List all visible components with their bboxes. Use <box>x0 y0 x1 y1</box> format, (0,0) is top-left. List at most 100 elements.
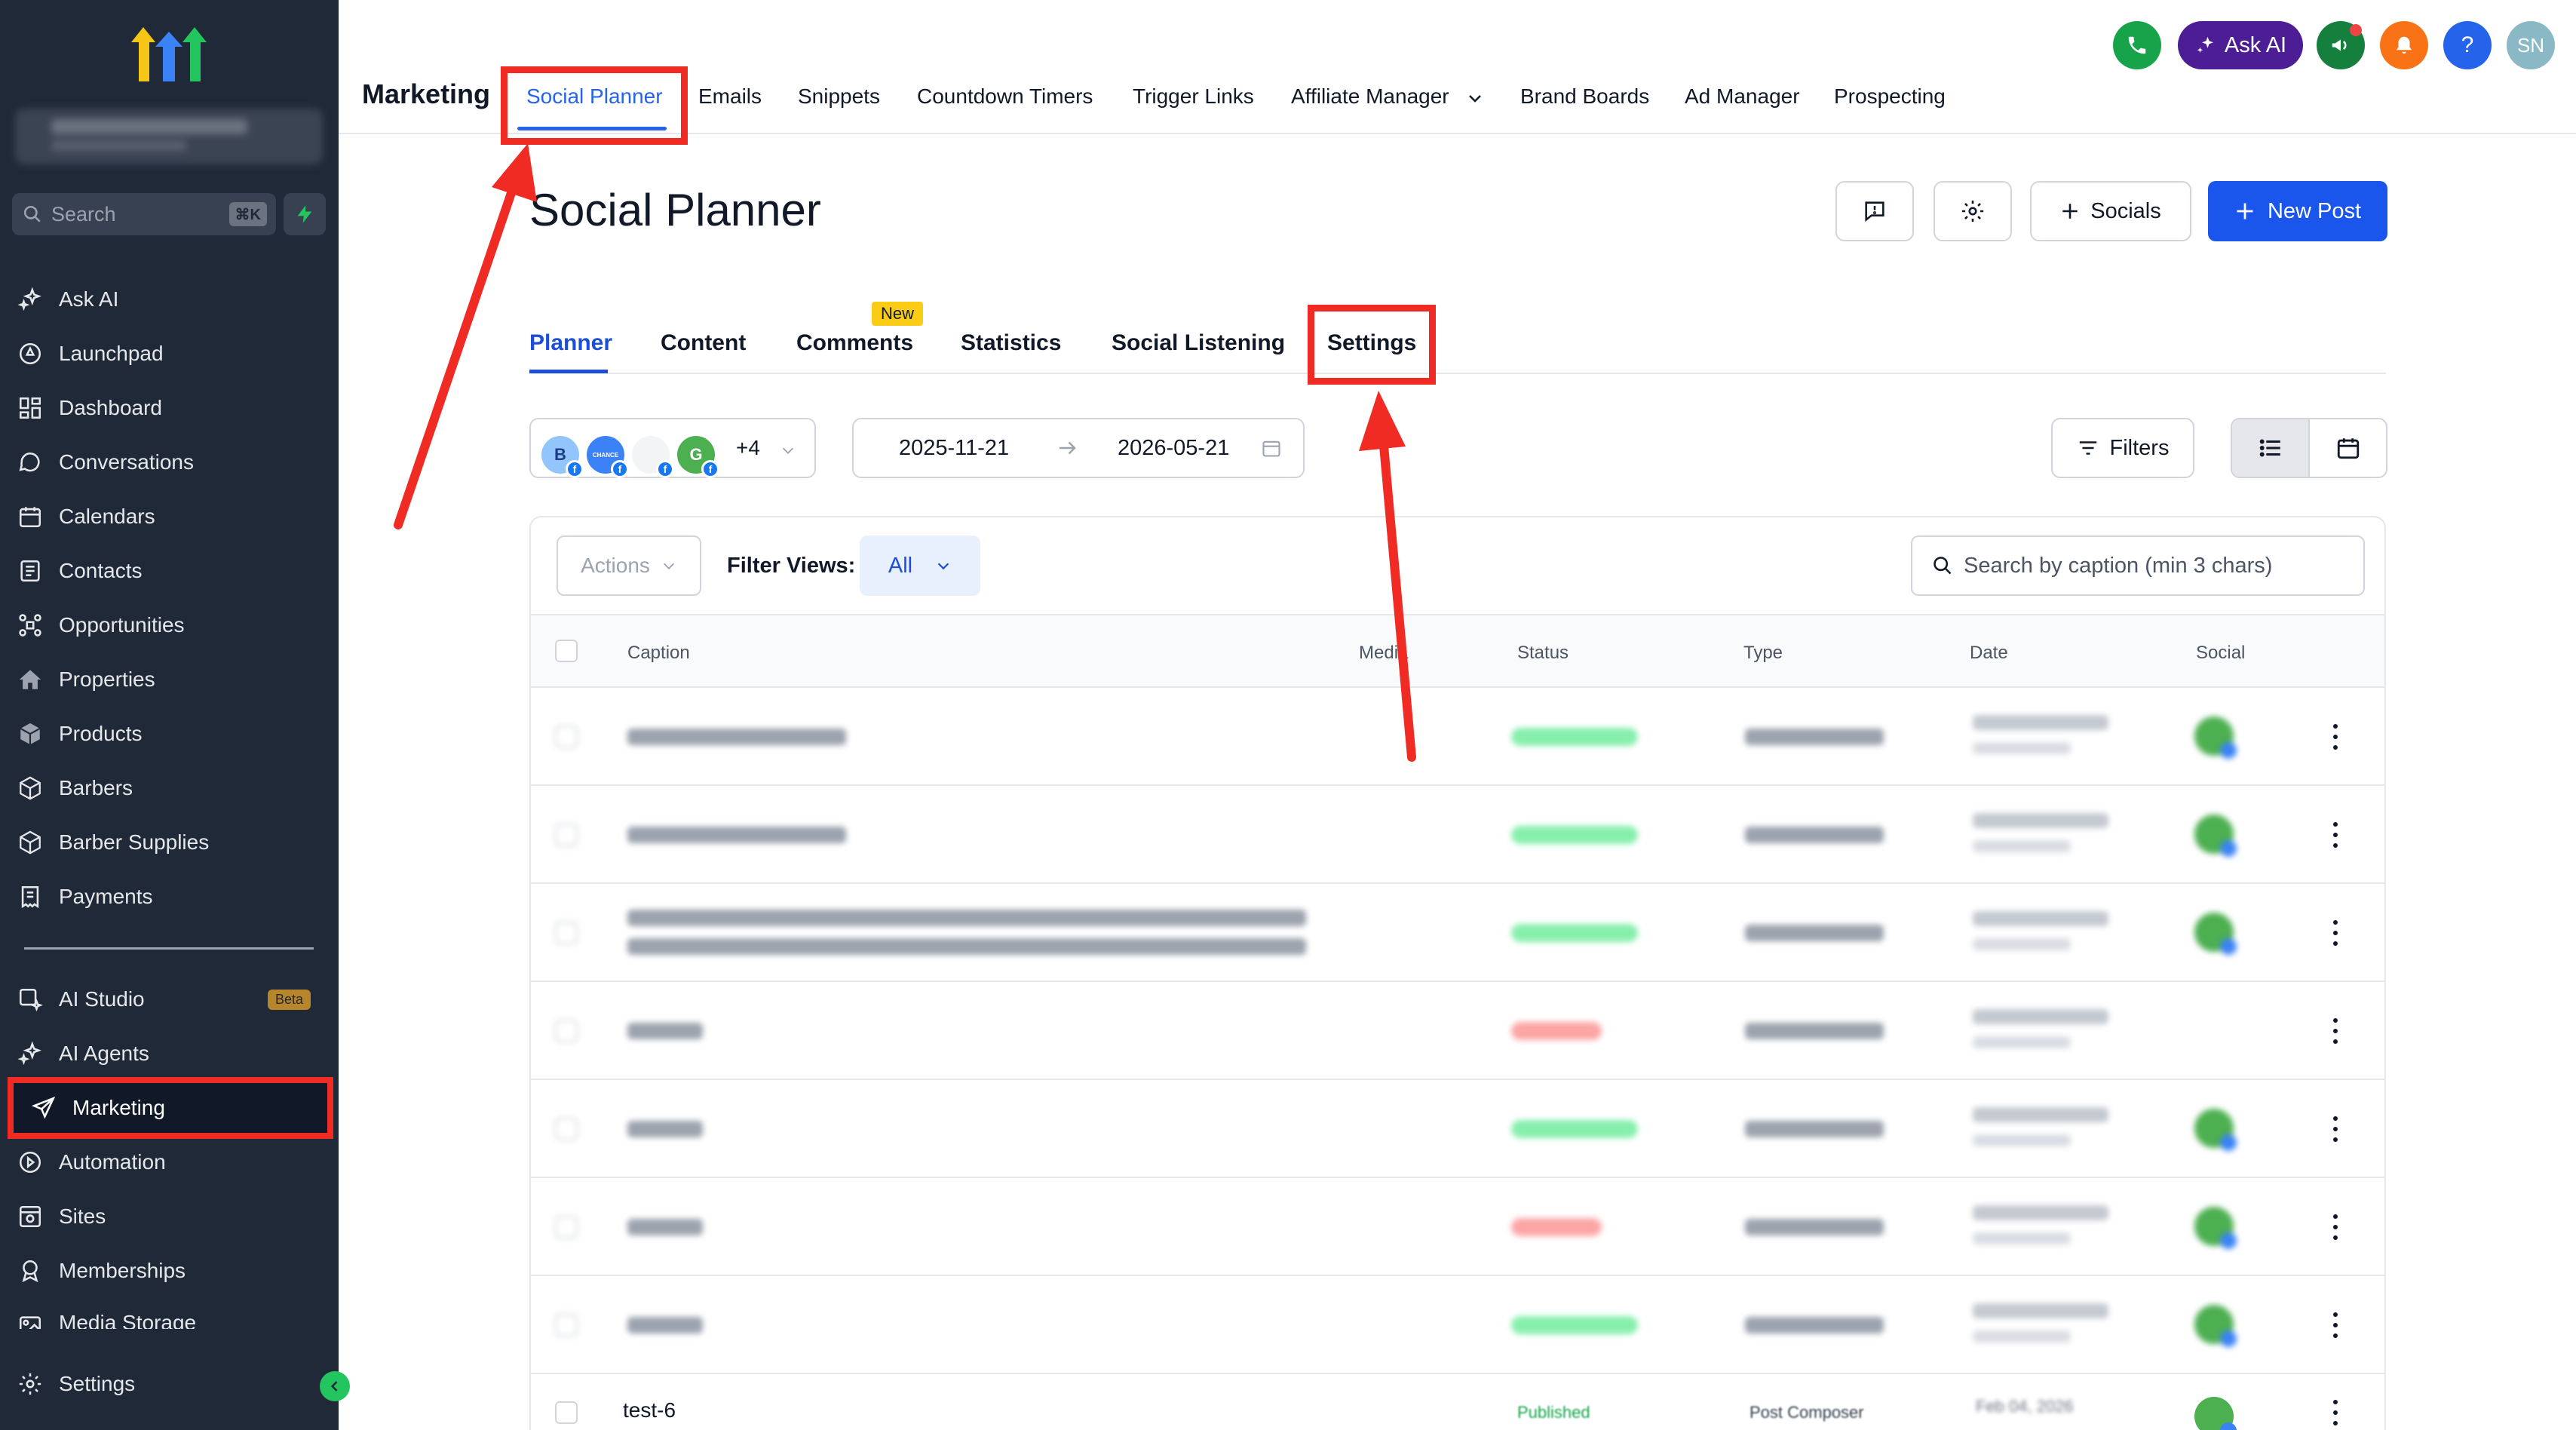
row-menu-button[interactable] <box>2333 822 2338 848</box>
table-row[interactable] <box>531 786 2384 884</box>
sidebar-item-barber-supplies[interactable]: Barber Supplies <box>15 819 332 866</box>
sidebar-item-products[interactable]: Products <box>15 710 332 757</box>
tab-countdown-timers[interactable]: Countdown Timers <box>917 84 1093 109</box>
sidebar-item-calendars[interactable]: Calendars <box>15 493 332 540</box>
table-row[interactable] <box>531 982 2384 1080</box>
row-menu-button[interactable] <box>2333 1312 2338 1338</box>
tab-ad-manager[interactable]: Ad Manager <box>1685 84 1800 109</box>
account-avatar: f <box>632 436 674 478</box>
quick-action-button[interactable] <box>284 193 326 235</box>
ask-ai-button[interactable]: Ask AI <box>2178 21 2303 69</box>
select-all-checkbox[interactable] <box>555 640 578 662</box>
tab-affiliate-manager[interactable]: Affiliate Manager <box>1291 84 1449 109</box>
filters-button[interactable]: Filters <box>2051 418 2194 478</box>
list-view-button[interactable] <box>2232 419 2310 477</box>
sidebar-item-sites[interactable]: Sites <box>15 1193 332 1240</box>
column-header[interactable]: Social <box>2196 643 2245 664</box>
subtab-planner[interactable]: Planner <box>529 330 612 356</box>
highlight-box-settings-tab <box>1308 305 1436 385</box>
row-menu-button[interactable] <box>2333 1018 2338 1044</box>
feedback-button[interactable] <box>1835 181 1914 241</box>
tab-brand-boards[interactable]: Brand Boards <box>1520 84 1649 109</box>
date-range-picker[interactable]: 2025-11-21 2026-05-21 <box>852 418 1305 478</box>
subtab-content[interactable]: Content <box>661 330 746 356</box>
sidebar-item-marketing[interactable]: Marketing <box>8 1077 333 1139</box>
column-header[interactable]: Caption <box>627 643 690 664</box>
row-checkbox[interactable] <box>555 1401 578 1424</box>
row-menu-button[interactable] <box>2333 920 2338 946</box>
sidebar-item-media-storage[interactable]: Media Storage <box>15 1302 332 1329</box>
filter-views-select[interactable]: All <box>860 535 980 596</box>
table-header: Caption Media Status Type Date Social <box>531 614 2384 688</box>
gear-icon <box>1961 200 1984 222</box>
help-button[interactable]: ? <box>2443 21 2492 69</box>
logo <box>131 27 207 81</box>
plus-icon <box>2062 204 2078 219</box>
row-menu-button[interactable] <box>2333 1400 2338 1425</box>
sidebar-item-ai-agents[interactable]: AI Agents <box>15 1030 332 1077</box>
sidebar-item-ask-ai[interactable]: Ask AI <box>15 276 332 323</box>
sidebar-collapse-button[interactable] <box>320 1371 350 1401</box>
table-row[interactable] <box>531 1276 2384 1374</box>
sidebar-item-barbers[interactable]: Barbers <box>15 765 332 812</box>
column-header[interactable]: Date <box>1970 643 2008 664</box>
table-row[interactable]: test-6 Published Post Composer Feb 04, 2… <box>531 1374 2384 1430</box>
column-header[interactable]: Media <box>1359 643 1408 664</box>
house-icon <box>15 664 45 695</box>
socials-button[interactable]: Socials <box>2030 181 2191 241</box>
sidebar-item-conversations[interactable]: Conversations <box>15 439 332 486</box>
sidebar-item-properties[interactable]: Properties <box>15 656 332 703</box>
tab-emails[interactable]: Emails <box>698 84 762 109</box>
sidebar-item-settings[interactable]: Settings <box>15 1361 332 1407</box>
help-label: ? <box>2461 32 2474 57</box>
announcements-button[interactable] <box>2317 21 2365 69</box>
calendar-view-button[interactable] <box>2310 419 2386 477</box>
account-switcher[interactable] <box>15 109 323 164</box>
sidebar-item-automation[interactable]: Automation <box>15 1139 332 1186</box>
send-icon <box>29 1093 59 1123</box>
tab-prospecting[interactable]: Prospecting <box>1834 84 1946 109</box>
phone-button[interactable] <box>2113 21 2161 69</box>
sidebar-item-ai-studio[interactable]: AI Studio Beta <box>15 976 332 1023</box>
chevron-down-icon <box>937 563 949 570</box>
subtab-statistics[interactable]: Statistics <box>961 330 1061 356</box>
view-toggle <box>2231 418 2387 478</box>
tab-snippets[interactable]: Snippets <box>798 84 880 109</box>
table-row[interactable] <box>531 884 2384 982</box>
new-post-button[interactable]: New Post <box>2208 181 2387 241</box>
table-row[interactable] <box>531 1178 2384 1276</box>
account-selector[interactable]: Bf CHANCE f f Gf +4 <box>529 418 816 478</box>
sidebar-item-label: Dashboard <box>59 396 162 419</box>
caption-search-input[interactable]: Search by caption (min 3 chars) <box>1911 535 2365 596</box>
sidebar-item-dashboard[interactable]: Dashboard <box>15 385 332 431</box>
column-header[interactable]: Type <box>1743 643 1783 664</box>
rocket-icon <box>15 339 45 369</box>
avatar[interactable]: SN <box>2507 21 2555 69</box>
sidebar-item-opportunities[interactable]: Opportunities <box>15 602 332 649</box>
sidebar-item-memberships[interactable]: Memberships <box>15 1247 332 1294</box>
actions-dropdown[interactable]: Actions <box>557 535 701 596</box>
row-menu-button[interactable] <box>2333 1116 2338 1142</box>
sidebar-item-label: Products <box>59 722 143 745</box>
sidebar-item-payments[interactable]: Payments <box>15 873 332 920</box>
row-menu-button[interactable] <box>2333 724 2338 750</box>
row-date: Feb 04, 2026 <box>1976 1397 2074 1416</box>
notifications-button[interactable] <box>2380 21 2428 69</box>
settings-gear-button[interactable] <box>1934 181 2012 241</box>
megaphone-icon <box>2332 39 2347 51</box>
table-row[interactable] <box>531 1080 2384 1178</box>
chevron-down-icon[interactable] <box>1466 89 1484 107</box>
table-row[interactable] <box>531 688 2384 786</box>
sidebar-item-launchpad[interactable]: Launchpad <box>15 330 332 377</box>
tab-trigger-links[interactable]: Trigger Links <box>1133 84 1254 109</box>
subtab-social-listening[interactable]: Social Listening <box>1112 330 1285 356</box>
media-icon <box>15 1311 45 1329</box>
sidebar-search[interactable]: Search ⌘K <box>12 193 276 235</box>
filter-views-label: Filter Views: <box>727 554 856 578</box>
column-header[interactable]: Status <box>1517 643 1569 664</box>
receipt-icon <box>15 882 45 912</box>
sidebar-item-contacts[interactable]: Contacts <box>15 548 332 594</box>
subtab-comments[interactable]: Comments <box>796 330 913 356</box>
row-menu-button[interactable] <box>2333 1214 2338 1240</box>
facebook-icon: f <box>656 460 674 478</box>
